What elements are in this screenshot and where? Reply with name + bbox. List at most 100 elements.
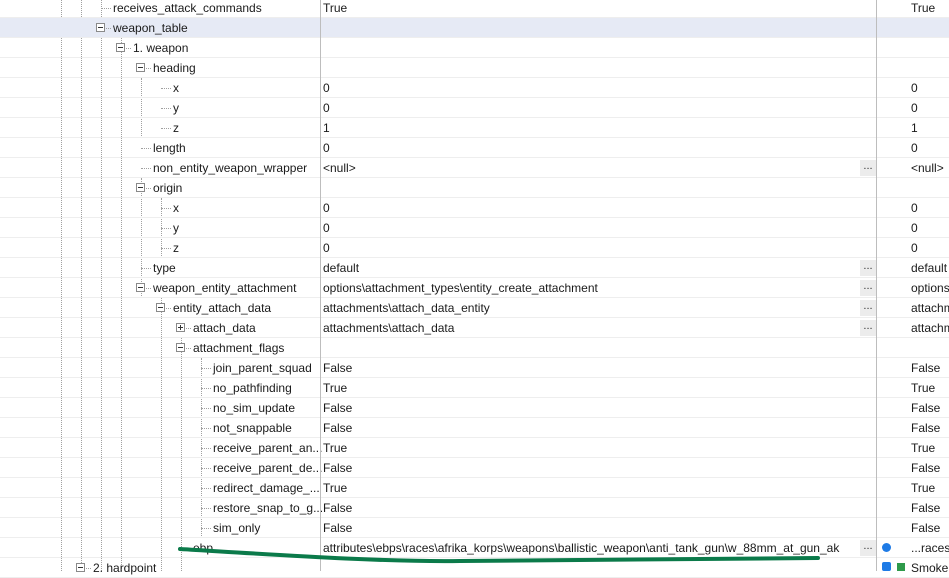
property-value-compare: False [911,521,941,535]
property-value[interactable]: True [323,438,347,458]
property-name: not_snappable [213,421,292,435]
property-value-compare: False [911,361,941,375]
property-value[interactable]: False [323,458,352,478]
property-value[interactable]: 0 [323,98,330,118]
property-value-compare: False [911,461,941,475]
collapse-icon[interactable] [136,183,145,192]
property-value[interactable]: True [323,478,347,498]
tree-connector [141,168,151,169]
property-value[interactable]: True [323,378,347,398]
expand-icon[interactable] [176,323,185,332]
tree-connector [161,88,171,89]
property-name: y [173,221,179,235]
tree-row[interactable]: join_parent_squad False False [0,358,949,378]
property-name: 1. weapon [133,41,189,55]
ellipsis-button[interactable]: ... [860,260,876,276]
property-value[interactable]: attachments\attach_data [323,318,454,338]
property-value[interactable]: default [323,258,359,278]
tree-row[interactable]: entity_attach_data attachments\attach_dat… [0,298,949,318]
property-name: attachment_flags [193,341,285,355]
property-value[interactable]: 0 [323,78,330,98]
collapse-icon[interactable] [136,63,145,72]
tree-row[interactable]: receive_parent_de... False False [0,458,949,478]
tree-row[interactable]: weapon_entity_attachment options\attachme… [0,278,949,298]
property-name: join_parent_squad [213,361,312,375]
tree-row[interactable]: 2. hardpoint Smoke [0,558,949,578]
tree-row[interactable]: origin [0,178,949,198]
ellipsis-button[interactable]: ... [860,280,876,296]
property-name: ebp [193,541,214,555]
tree-row[interactable]: receives_attack_commands True True [0,0,949,18]
property-value[interactable]: True [323,0,347,18]
tree-row[interactable]: receive_parent_an... True True [0,438,949,458]
tree-connector [201,448,211,449]
tree-row[interactable]: y 0 0 [0,218,949,238]
collapse-icon[interactable] [176,343,185,352]
tree-row[interactable]: type default default... [0,258,949,278]
tree-row[interactable]: z 0 0 [0,238,949,258]
property-name: x [173,81,179,95]
column-divider[interactable] [320,0,321,571]
property-name: z [173,241,179,255]
ellipsis-button[interactable]: ... [860,300,876,316]
ellipsis-button[interactable]: ... [860,160,876,176]
tree-row[interactable]: x 0 0 [0,198,949,218]
property-value-compare: True [911,381,936,395]
property-value[interactable]: False [323,498,352,518]
property-value-compare: attachm [911,321,949,335]
property-name: x [173,201,179,215]
tree-connector [201,368,211,369]
property-name: attach_data [193,321,256,335]
property-value-compare: options [911,281,949,295]
tree-row[interactable]: restore_snap_to_g... False False [0,498,949,518]
property-name: origin [153,181,183,195]
tree-row[interactable]: redirect_damage_... True True [0,478,949,498]
property-value[interactable]: False [323,518,352,538]
ellipsis-button[interactable]: ... [860,540,876,556]
tree-row[interactable]: ebp attributes\ebps\races\afrika_korps\we… [0,538,949,558]
collapse-icon[interactable] [156,303,165,312]
property-value[interactable]: 0 [323,218,330,238]
column-divider[interactable] [876,0,877,571]
property-name: receive_parent_an... [213,441,323,455]
property-value[interactable]: <null> [323,158,356,178]
property-name: weapon_entity_attachment [153,281,297,295]
tree-row[interactable]: z 1 1 [0,118,949,138]
tree-row[interactable]: attachment_flags [0,338,949,358]
tree-row[interactable]: length 0 0 [0,138,949,158]
tree-row[interactable]: weapon_table [0,18,949,38]
property-value[interactable]: 1 [323,118,330,138]
property-value[interactable]: attributes\ebps\races\afrika_korps\weapo… [323,538,839,558]
tree-connector [161,128,171,129]
property-value[interactable]: 0 [323,138,330,158]
property-value-compare: attachm [911,301,949,315]
tree-row[interactable]: attach_data attachments\attach_data attach… [0,318,949,338]
tree-row[interactable]: x 0 0 [0,78,949,98]
collapse-icon[interactable] [96,23,105,32]
collapse-icon[interactable] [116,43,125,52]
squad-icon [882,562,891,571]
tree-row[interactable]: non_entity_weapon_wrapper <null> <null>... [0,158,949,178]
tree-row[interactable]: not_snappable False False [0,418,949,438]
property-value[interactable]: False [323,358,352,378]
tree-row[interactable]: sim_only False False [0,518,949,538]
tree-row[interactable]: no_pathfinding True True [0,378,949,398]
collapse-icon[interactable] [136,283,145,292]
tree-row[interactable]: y 0 0 [0,98,949,118]
property-name: redirect_damage_... [213,481,320,495]
tree-row[interactable]: no_sim_update False False [0,398,949,418]
property-value[interactable]: attachments\attach_data_entity [323,298,490,318]
property-name: receive_parent_de... [213,461,323,475]
property-value-compare: default [911,261,948,275]
property-value[interactable]: options\attachment_types\entity_create_a… [323,278,598,298]
ellipsis-button[interactable]: ... [860,320,876,336]
tree-row[interactable]: heading [0,58,949,78]
property-value[interactable]: False [323,398,352,418]
property-value[interactable]: False [323,418,352,438]
property-value-compare: Smoke [911,561,949,575]
property-name: 2. hardpoint [93,561,157,575]
property-value-compare: True [911,481,936,495]
property-value[interactable]: 0 [323,238,330,258]
tree-row[interactable]: 1. weapon [0,38,949,58]
property-value[interactable]: 0 [323,198,330,218]
